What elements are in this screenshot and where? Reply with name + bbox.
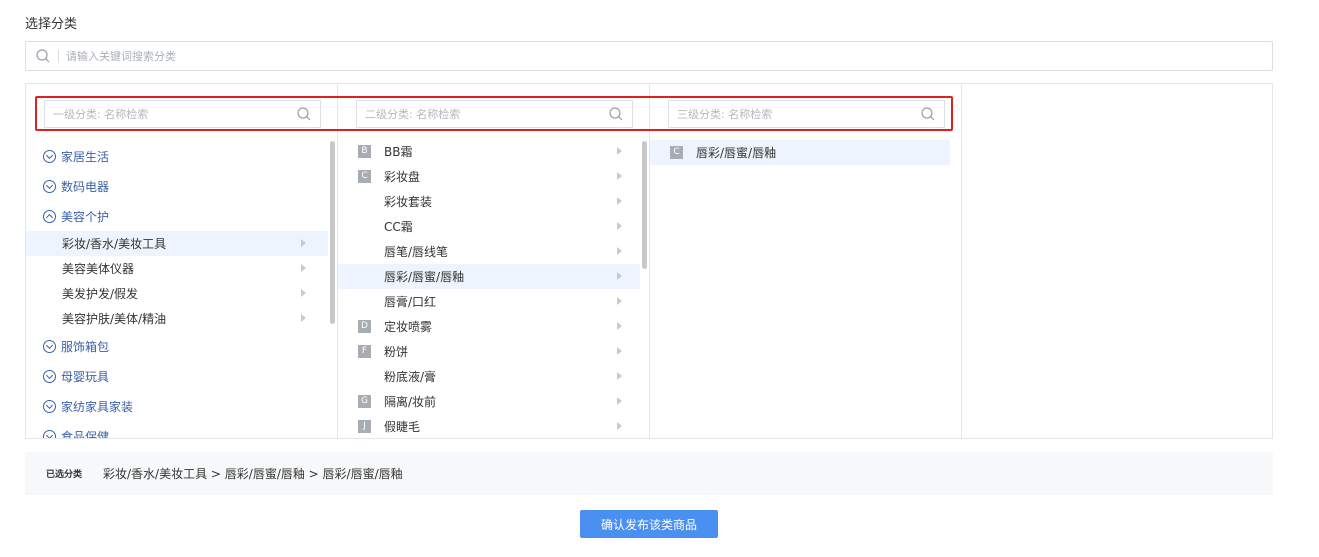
expand-icon xyxy=(43,429,56,438)
chevron-right-icon xyxy=(617,372,622,380)
level1-search-box[interactable] xyxy=(44,100,321,128)
search-icon[interactable] xyxy=(920,106,936,122)
level3-search-box[interactable] xyxy=(668,100,945,128)
chevron-right-icon xyxy=(617,172,622,180)
level1-subitem[interactable]: 彩妆/香水/美妆工具 xyxy=(26,231,328,256)
chevron-right-icon xyxy=(301,314,306,322)
selected-path: 彩妆/香水/美妆工具 > 唇彩/唇蜜/唇釉 > 唇彩/唇蜜/唇釉 xyxy=(103,467,403,481)
level1-group[interactable]: 母婴玩具 xyxy=(26,361,337,391)
expand-icon xyxy=(43,369,56,383)
selected-label: 已选分类 xyxy=(46,470,83,480)
chevron-right-icon xyxy=(301,264,306,272)
level2-scrollbar[interactable] xyxy=(642,141,647,269)
level4-column xyxy=(962,84,1273,438)
level1-group[interactable]: 食品保健 xyxy=(26,421,337,438)
level2-item[interactable]: CC霜 xyxy=(338,214,640,239)
level3-list: C 唇彩/唇蜜/唇釉 xyxy=(650,140,961,165)
level2-item[interactable]: F 粉饼 xyxy=(338,339,640,364)
level2-item[interactable]: C 彩妆盘 xyxy=(338,164,640,189)
chevron-right-icon xyxy=(617,347,622,355)
level1-group[interactable]: 家纺家具家装 xyxy=(26,391,337,421)
chevron-right-icon xyxy=(617,147,622,155)
global-search-input[interactable] xyxy=(66,46,1256,66)
chevron-right-icon xyxy=(617,322,622,330)
level1-list: 家居生活 数码电器 美容个护 彩妆/香水/美妆工具 美容美体仪器 美发护发/假发… xyxy=(26,141,337,438)
level2-item[interactable]: 唇笔/唇线笔 xyxy=(338,239,640,264)
letter-index: D xyxy=(358,320,371,333)
letter-index: G xyxy=(358,395,371,408)
level2-search-input[interactable] xyxy=(365,106,595,122)
level2-item[interactable]: 粉底液/膏 xyxy=(338,364,640,389)
chevron-right-icon xyxy=(617,197,622,205)
letter-index: C xyxy=(670,146,683,159)
letter-index: C xyxy=(358,170,371,183)
level2-item[interactable]: D 定妆喷雾 xyxy=(338,314,640,339)
level3-search-input[interactable] xyxy=(677,106,907,122)
level2-item[interactable]: G 隔离/妆前 xyxy=(338,389,640,414)
letter-index: F xyxy=(358,345,371,358)
level2-item[interactable]: J 假睫毛 xyxy=(338,414,640,438)
level2-item[interactable]: 唇膏/口红 xyxy=(338,289,640,314)
level3-column: C唇彩/唇蜜/唇釉 xyxy=(650,84,962,438)
chevron-right-icon xyxy=(617,272,622,280)
expand-icon xyxy=(43,339,56,353)
level1-group[interactable]: 美容个护 xyxy=(26,201,337,231)
confirm-publish-button[interactable]: 确认发布该类商品 xyxy=(580,510,718,538)
global-search-box[interactable] xyxy=(25,41,1273,71)
level2-list: B BB霜 C 彩妆盘 彩妆套装 CC霜 唇笔/唇线笔 唇彩/唇蜜/唇釉 唇膏/口红… xyxy=(338,139,649,438)
chevron-right-icon xyxy=(617,222,622,230)
level1-column: 家居生活 数码电器 美容个护 彩妆/香水/美妆工具 美容美体仪器 美发护发/假发… xyxy=(26,84,338,438)
level2-item[interactable]: 彩妆套装 xyxy=(338,189,640,214)
level1-subitem[interactable]: 美发护发/假发 xyxy=(26,281,328,306)
level1-subitem[interactable]: 美容美体仪器 xyxy=(26,256,328,281)
level2-item[interactable]: B BB霜 xyxy=(338,139,640,164)
level1-search-input[interactable] xyxy=(53,106,283,122)
collapse-icon xyxy=(43,209,56,223)
category-panel: 家居生活 数码电器 美容个护 彩妆/香水/美妆工具 美容美体仪器 美发护发/假发… xyxy=(25,83,1273,439)
level2-search-box[interactable] xyxy=(356,100,633,128)
search-divider xyxy=(58,50,59,63)
selected-category-bar: 已选分类 彩妆/香水/美妆工具 > 唇彩/唇蜜/唇釉 > 唇彩/唇蜜/唇釉 xyxy=(25,452,1273,495)
search-icon xyxy=(36,49,50,63)
chevron-right-icon xyxy=(617,422,622,430)
expand-icon xyxy=(43,399,56,413)
search-icon[interactable] xyxy=(608,106,624,122)
chevron-right-icon xyxy=(301,289,306,297)
chevron-right-icon xyxy=(617,247,622,255)
level3-item[interactable]: C 唇彩/唇蜜/唇釉 xyxy=(650,140,950,165)
level1-group[interactable]: 数码电器 xyxy=(26,171,337,201)
letter-index: B xyxy=(358,145,371,158)
expand-icon xyxy=(43,149,56,163)
letter-index: J xyxy=(358,420,371,433)
chevron-right-icon xyxy=(617,297,622,305)
level1-scrollbar[interactable] xyxy=(330,141,335,324)
level1-group[interactable]: 家居生活 xyxy=(26,141,337,171)
chevron-right-icon xyxy=(617,397,622,405)
level1-subitem[interactable]: 美容护肤/美体/精油 xyxy=(26,306,328,331)
level2-item[interactable]: 唇彩/唇蜜/唇釉 xyxy=(338,264,640,289)
page-title: 选择分类 xyxy=(25,17,78,32)
expand-icon xyxy=(43,179,56,193)
search-icon[interactable] xyxy=(296,106,312,122)
chevron-right-icon xyxy=(301,239,306,247)
level1-group[interactable]: 服饰箱包 xyxy=(26,331,337,361)
level2-column: BBB霜 C彩妆盘 彩妆套装 CC霜 唇笔/唇线笔 唇彩/唇蜜/唇釉 唇膏/口红… xyxy=(338,84,650,438)
